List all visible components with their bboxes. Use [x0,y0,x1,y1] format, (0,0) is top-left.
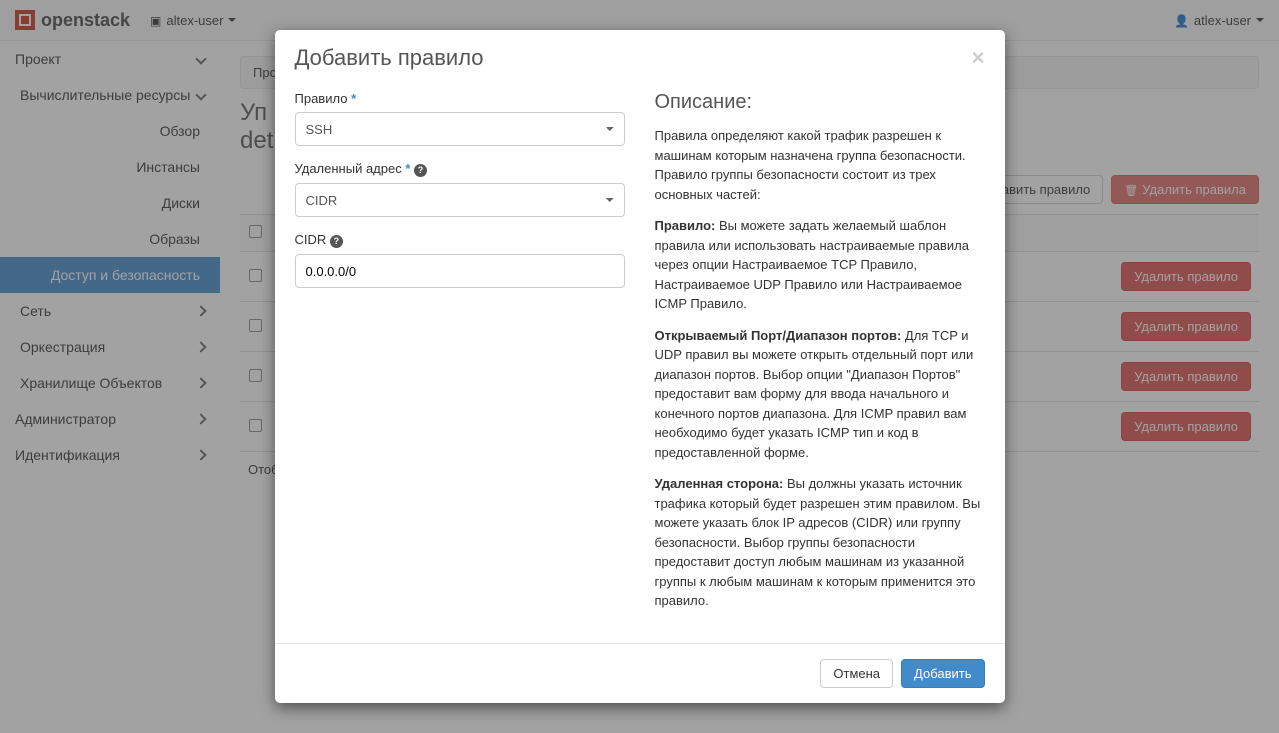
add-rule-modal: Добавить правило × Правило * SSH Удаленн… [275,30,1005,703]
description-column: Описание: Правила определяют какой трафи… [655,91,985,623]
close-icon[interactable]: × [972,45,985,71]
field-cidr: CIDR ? [295,232,625,288]
field-rule: Правило * SSH [295,91,625,146]
help-icon[interactable]: ? [414,164,427,177]
rule-select[interactable]: SSH [295,112,625,146]
label-cidr: CIDR ? [295,232,625,248]
label-remote: Удаленный адрес * ? [295,161,625,177]
button-label: Отмена [833,666,880,681]
help-icon[interactable]: ? [330,235,343,248]
field-remote: Удаленный адрес * ? CIDR [295,161,625,217]
cancel-button[interactable]: Отмена [820,659,893,688]
button-label: Добавить [914,666,971,681]
desc-p2: Правило: Вы можете задать желаемый шабло… [655,216,985,314]
desc-p3: Открываемый Порт/Диапазон портов: Для TC… [655,326,985,463]
modal-footer: Отмена Добавить [275,643,1005,703]
form-column: Правило * SSH Удаленный адрес * ? CIDR C… [295,91,625,623]
add-button[interactable]: Добавить [901,659,984,688]
label-rule: Правило * [295,91,625,106]
modal-body: Правило * SSH Удаленный адрес * ? CIDR C… [275,86,1005,643]
desc-p1: Правила определяют какой трафик разрешен… [655,126,985,204]
remote-select[interactable]: CIDR [295,183,625,217]
cidr-input[interactable] [295,254,625,288]
modal-header: Добавить правило × [275,30,1005,86]
desc-p4: Удаленная сторона: Вы должны указать ист… [655,474,985,611]
desc-heading: Описание: [655,91,985,114]
modal-title: Добавить правило [295,45,484,71]
